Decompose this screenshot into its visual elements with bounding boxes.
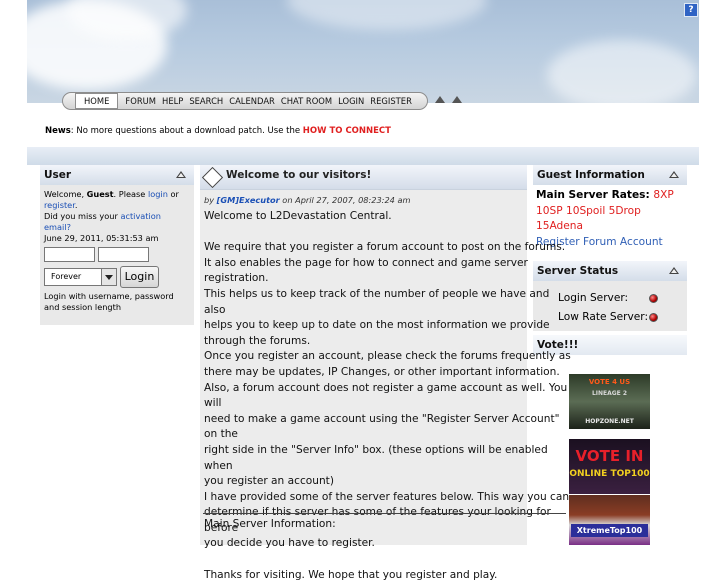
by-text: by [204,195,217,205]
main-nav: HOME FORUM HELP SEARCH CALENDAR CHAT ROO… [62,92,428,110]
login-hint: Login with username, password and sessio… [44,291,174,312]
collapse-guest-icon[interactable] [669,171,679,178]
or-text: or [167,189,179,199]
online-top100-banner[interactable]: VOTE IN ONLINE TOP100 [569,439,650,494]
help-icon[interactable]: ? [684,3,698,17]
session-length-value: Forever [51,272,82,281]
article-line: We require that you register a forum acc… [204,241,566,254]
article-line: need to make a game account using the "R… [204,412,560,441]
banner3-text: XtremeTop100 [571,524,648,537]
article-line: you decide you have to register. [204,537,375,550]
article-title-bar: Welcome to our visitors! [200,165,527,190]
password-input[interactable] [97,247,149,262]
article-line: you register an account) [204,475,334,488]
article-line: It also enables the page for how to conn… [204,256,528,285]
collapse-news-icon[interactable] [452,96,462,103]
collapse-user-icon[interactable] [176,171,186,178]
rates-xp: 8XP [653,189,674,201]
post-icon [201,166,224,189]
banner1-sub: LINEAGE 2 [591,390,628,397]
article-line [204,225,574,241]
article-line: helps you to keep up to date on the most… [204,319,550,332]
banner2-line1: VOTE IN [575,447,644,465]
content-top-band [27,147,699,165]
rates-label: Main Server Rates: [536,189,654,201]
login-button[interactable]: Login [119,266,160,288]
article-line: through the forums. [204,334,311,347]
guest-name: Guest [86,189,114,199]
how-to-connect-link[interactable]: HOW TO CONNECT [303,126,391,136]
user-title-text: User [44,169,72,181]
site-header [27,0,699,103]
missed-text: Did you miss your [44,211,121,221]
article-title: Welcome to our visitors! [226,169,372,181]
nav-forum[interactable]: FORUM [122,96,159,106]
user-panel: User Welcome, Guest. Please login or reg… [40,165,194,325]
hopzone-vote-banner[interactable]: VOTE 4 US LINEAGE 2 HOPZONE.NET [569,374,650,429]
article-line: Thanks for visiting. We hope that you re… [204,568,498,581]
banner1-site: HOPZONE.NET [585,418,634,425]
main-server-info-heading: Main Server Information: [204,518,336,530]
news-text: : No more questions about a download pat… [70,126,303,136]
nav-search[interactable]: SEARCH [186,96,226,106]
nav-home[interactable]: HOME [75,93,119,109]
nav-calendar[interactable]: CALENDAR [226,96,278,106]
article-line [204,552,574,568]
article-line: Also, a forum account does not register … [204,381,568,410]
login-link[interactable]: login [148,189,168,199]
status-led-icon [649,313,658,322]
article-divider [203,513,566,514]
dropdown-arrow-icon[interactable] [101,269,116,285]
news-line: News: No more questions about a download… [45,126,391,136]
please-text: . Please [113,189,148,199]
current-datetime: June 29, 2011, 05:31:53 am [44,233,159,243]
article-line: I have provided some of the server featu… [204,490,570,503]
welcome-text: Welcome, [44,189,87,199]
banner2-line2: ONLINE TOP100 [569,469,650,479]
xtremetop100-banner[interactable]: XtremeTop100 [569,495,650,545]
article-line: Once you register an account, please che… [204,350,571,363]
article-line: there may be updates, IP Changes, or oth… [204,365,560,378]
period-text: . [74,200,78,210]
username-input[interactable] [44,247,95,262]
guest-info-title-text: Guest Information [537,169,645,181]
nav-register[interactable]: REGISTER [367,96,415,106]
status-led-icon [649,294,658,303]
article-line: Welcome to L2Devastation Central. [204,210,392,222]
article-line: right side in the "Server Info" box. (th… [204,443,548,472]
author-link[interactable]: [GM]Executor [217,195,280,205]
banner1-text: VOTE 4 US [588,378,631,386]
register-link[interactable]: register [44,200,75,210]
user-panel-title: User [40,165,194,185]
news-label: News [45,126,71,136]
collapse-status-icon[interactable] [669,267,679,274]
session-length-select[interactable]: Forever [44,268,117,286]
nav-help[interactable]: HELP [159,96,186,106]
nav-login[interactable]: LOGIN [335,96,367,106]
collapse-header-icon[interactable] [435,96,445,103]
nav-chat-room[interactable]: CHAT ROOM [278,96,335,106]
article-line: This helps us to keep track of the numbe… [204,287,550,316]
article-byline: by [GM]Executor on April 27, 2007, 08:23… [204,195,410,205]
guest-info-title: Guest Information [533,165,687,185]
article-date: on April 27, 2007, 08:23:24 am [279,195,411,205]
